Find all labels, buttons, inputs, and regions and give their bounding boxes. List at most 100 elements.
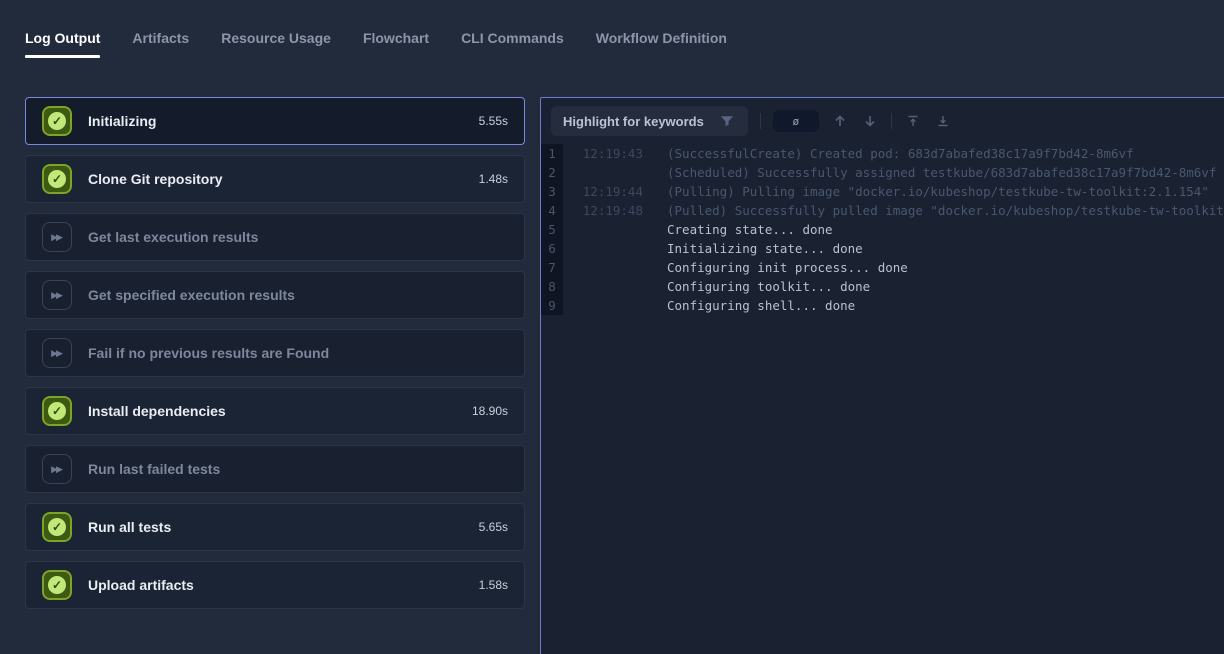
step-label: Fail if no previous results are Found bbox=[88, 345, 524, 361]
fast-forward-icon: ▶▶ bbox=[42, 222, 72, 252]
check-box-icon: ✓ bbox=[42, 570, 72, 600]
check-icon: ✓ bbox=[48, 170, 66, 188]
highlight-keywords-label: Highlight for keywords bbox=[563, 114, 704, 129]
line-text: Creating state... done bbox=[655, 220, 833, 239]
log-output[interactable]: 112:19:43(SuccessfulCreate) Created pod:… bbox=[541, 144, 1224, 315]
check-icon: ✓ bbox=[48, 112, 66, 130]
tab-log-output[interactable]: Log Output bbox=[25, 30, 100, 58]
toolbar-divider bbox=[760, 113, 761, 129]
step-label: Clone Git repository bbox=[88, 171, 479, 187]
previous-match-icon[interactable] bbox=[831, 112, 849, 130]
line-text: (Pulling) Pulling image "docker.io/kubes… bbox=[655, 182, 1209, 201]
tab-cli-commands[interactable]: CLI Commands bbox=[461, 30, 564, 58]
step-duration: 18.90s bbox=[472, 404, 508, 418]
step-card[interactable]: ✓ Run all tests5.65s bbox=[25, 503, 525, 551]
step-card[interactable]: ▶▶ Fail if no previous results are Found bbox=[25, 329, 525, 377]
highlight-keywords-button[interactable]: Highlight for keywords bbox=[551, 106, 748, 136]
log-toolbar: Highlight for keywords ø bbox=[541, 98, 1224, 144]
check-icon: ✓ bbox=[48, 576, 66, 594]
tab-artifacts[interactable]: Artifacts bbox=[132, 30, 189, 58]
log-line: 112:19:43(SuccessfulCreate) Created pod:… bbox=[541, 144, 1224, 163]
step-label: Install dependencies bbox=[88, 403, 472, 419]
scroll-to-bottom-icon[interactable] bbox=[934, 112, 952, 130]
line-timestamp: 12:19:43 bbox=[563, 144, 655, 163]
log-line: 7 Configuring init process... done bbox=[541, 258, 1224, 277]
step-card[interactable]: ✓ Install dependencies18.90s bbox=[25, 387, 525, 435]
status-passed-icon: ✓ bbox=[42, 512, 72, 542]
log-line: 2 (Scheduled) Successfully assigned testk… bbox=[541, 163, 1224, 182]
line-number: 8 bbox=[541, 277, 563, 296]
line-text: Configuring toolkit... done bbox=[655, 277, 870, 296]
line-text: Configuring shell... done bbox=[655, 296, 855, 315]
line-number: 5 bbox=[541, 220, 563, 239]
filter-funnel-icon bbox=[718, 112, 736, 130]
step-card[interactable]: ▶▶ Get last execution results bbox=[25, 213, 525, 261]
step-label: Get last execution results bbox=[88, 229, 524, 245]
status-passed-icon: ✓ bbox=[42, 396, 72, 426]
fast-forward-icon: ▶▶ bbox=[42, 454, 72, 484]
step-label: Get specified execution results bbox=[88, 287, 524, 303]
step-card[interactable]: ✓ Initializing5.55s bbox=[25, 97, 525, 145]
line-number: 7 bbox=[541, 258, 563, 277]
status-passed-icon: ✓ bbox=[42, 106, 72, 136]
line-text: (SuccessfulCreate) Created pod: 683d7aba… bbox=[655, 144, 1134, 163]
line-timestamp: 12:19:44 bbox=[563, 182, 655, 201]
log-line: 5 Creating state... done bbox=[541, 220, 1224, 239]
check-icon: ✓ bbox=[48, 518, 66, 536]
toolbar-divider bbox=[891, 113, 892, 129]
line-number: 3 bbox=[541, 182, 563, 201]
fast-forward-icon: ▶▶ bbox=[42, 280, 72, 310]
check-box-icon: ✓ bbox=[42, 106, 72, 136]
step-duration: 5.65s bbox=[479, 520, 508, 534]
log-line: 6 Initializing state... done bbox=[541, 239, 1224, 258]
step-label: Run all tests bbox=[88, 519, 479, 535]
status-skipped-icon: ▶▶ bbox=[42, 222, 72, 252]
line-timestamp bbox=[563, 296, 655, 315]
status-skipped-icon: ▶▶ bbox=[42, 338, 72, 368]
status-skipped-icon: ▶▶ bbox=[42, 280, 72, 310]
line-timestamp bbox=[563, 239, 655, 258]
line-text: (Scheduled) Successfully assigned testku… bbox=[655, 163, 1224, 182]
step-card[interactable]: ▶▶ Run last failed tests bbox=[25, 445, 525, 493]
line-timestamp bbox=[563, 258, 655, 277]
step-card[interactable]: ✓ Clone Git repository1.48s bbox=[25, 155, 525, 203]
step-label: Initializing bbox=[88, 113, 479, 129]
match-count-badge: ø bbox=[773, 110, 819, 132]
check-box-icon: ✓ bbox=[42, 164, 72, 194]
step-label: Upload artifacts bbox=[88, 577, 479, 593]
check-icon: ✓ bbox=[48, 402, 66, 420]
tab-workflow-definition[interactable]: Workflow Definition bbox=[596, 30, 727, 58]
line-number: 9 bbox=[541, 296, 563, 315]
step-duration: 1.58s bbox=[479, 578, 508, 592]
step-duration: 1.48s bbox=[479, 172, 508, 186]
status-skipped-icon: ▶▶ bbox=[42, 454, 72, 484]
steps-panel: ✓Initializing5.55s✓Clone Git repository1… bbox=[25, 97, 525, 609]
line-timestamp: 12:19:48 bbox=[563, 201, 655, 220]
tab-resource-usage[interactable]: Resource Usage bbox=[221, 30, 331, 58]
line-number: 6 bbox=[541, 239, 563, 258]
log-panel: Highlight for keywords ø bbox=[540, 97, 1224, 654]
log-line: 9 Configuring shell... done bbox=[541, 296, 1224, 315]
line-text: Configuring init process... done bbox=[655, 258, 908, 277]
scroll-to-top-icon[interactable] bbox=[904, 112, 922, 130]
step-card[interactable]: ✓ Upload artifacts1.58s bbox=[25, 561, 525, 609]
step-card[interactable]: ▶▶ Get specified execution results bbox=[25, 271, 525, 319]
line-text: (Pulled) Successfully pulled image "dock… bbox=[655, 201, 1224, 220]
line-timestamp bbox=[563, 163, 655, 182]
line-number: 4 bbox=[541, 201, 563, 220]
step-duration: 5.55s bbox=[479, 114, 508, 128]
status-passed-icon: ✓ bbox=[42, 570, 72, 600]
check-box-icon: ✓ bbox=[42, 396, 72, 426]
line-number: 2 bbox=[541, 163, 563, 182]
fast-forward-icon: ▶▶ bbox=[42, 338, 72, 368]
log-line: 8 Configuring toolkit... done bbox=[541, 277, 1224, 296]
step-label: Run last failed tests bbox=[88, 461, 524, 477]
next-match-icon[interactable] bbox=[861, 112, 879, 130]
tab-bar: Log Output Artifacts Resource Usage Flowcha… bbox=[0, 0, 1224, 67]
line-timestamp bbox=[563, 277, 655, 296]
tab-flowchart[interactable]: Flowchart bbox=[363, 30, 429, 58]
log-line: 312:19:44(Pulling) Pulling image "docker… bbox=[541, 182, 1224, 201]
log-line: 412:19:48(Pulled) Successfully pulled im… bbox=[541, 201, 1224, 220]
line-text: Initializing state... done bbox=[655, 239, 863, 258]
line-number: 1 bbox=[541, 144, 563, 163]
